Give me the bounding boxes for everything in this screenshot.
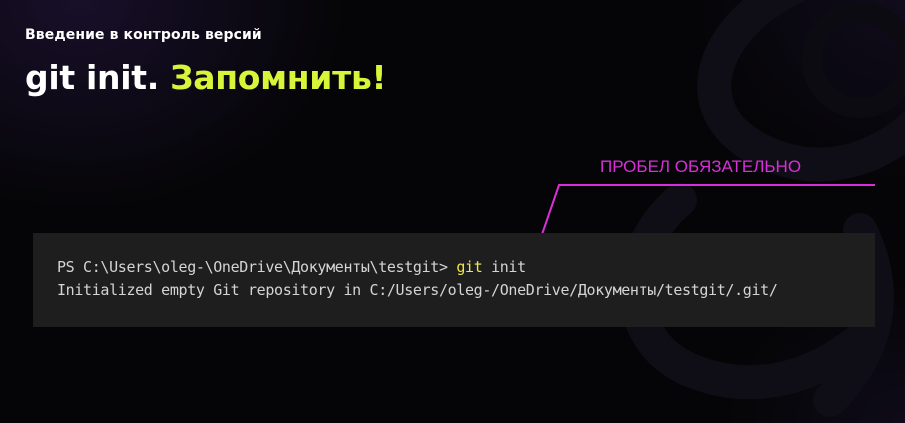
terminal-window: PS C:\Users\oleg-\OneDrive\Документы\tes… bbox=[33, 233, 875, 327]
annotation-label: ПРОБЕЛ ОБЯЗАТЕЛЬНО bbox=[600, 157, 802, 176]
decorative-logo-watermark bbox=[619, 0, 905, 417]
title-main: git init. bbox=[25, 58, 159, 97]
title-accent: Запомнить! bbox=[170, 58, 387, 97]
terminal-command-line: PS C:\Users\oleg-\OneDrive\Документы\tes… bbox=[57, 258, 526, 276]
page-title: git init. Запомнить! bbox=[25, 58, 387, 97]
terminal-command-arg: init bbox=[491, 258, 526, 276]
terminal-command-git: git bbox=[456, 258, 483, 276]
terminal-output-line: Initialized empty Git repository in C:/U… bbox=[57, 281, 778, 299]
terminal-prompt: PS C:\Users\oleg-\OneDrive\Документы\tes… bbox=[57, 258, 448, 276]
section-subtitle: Введение в контроль версий bbox=[25, 27, 262, 43]
